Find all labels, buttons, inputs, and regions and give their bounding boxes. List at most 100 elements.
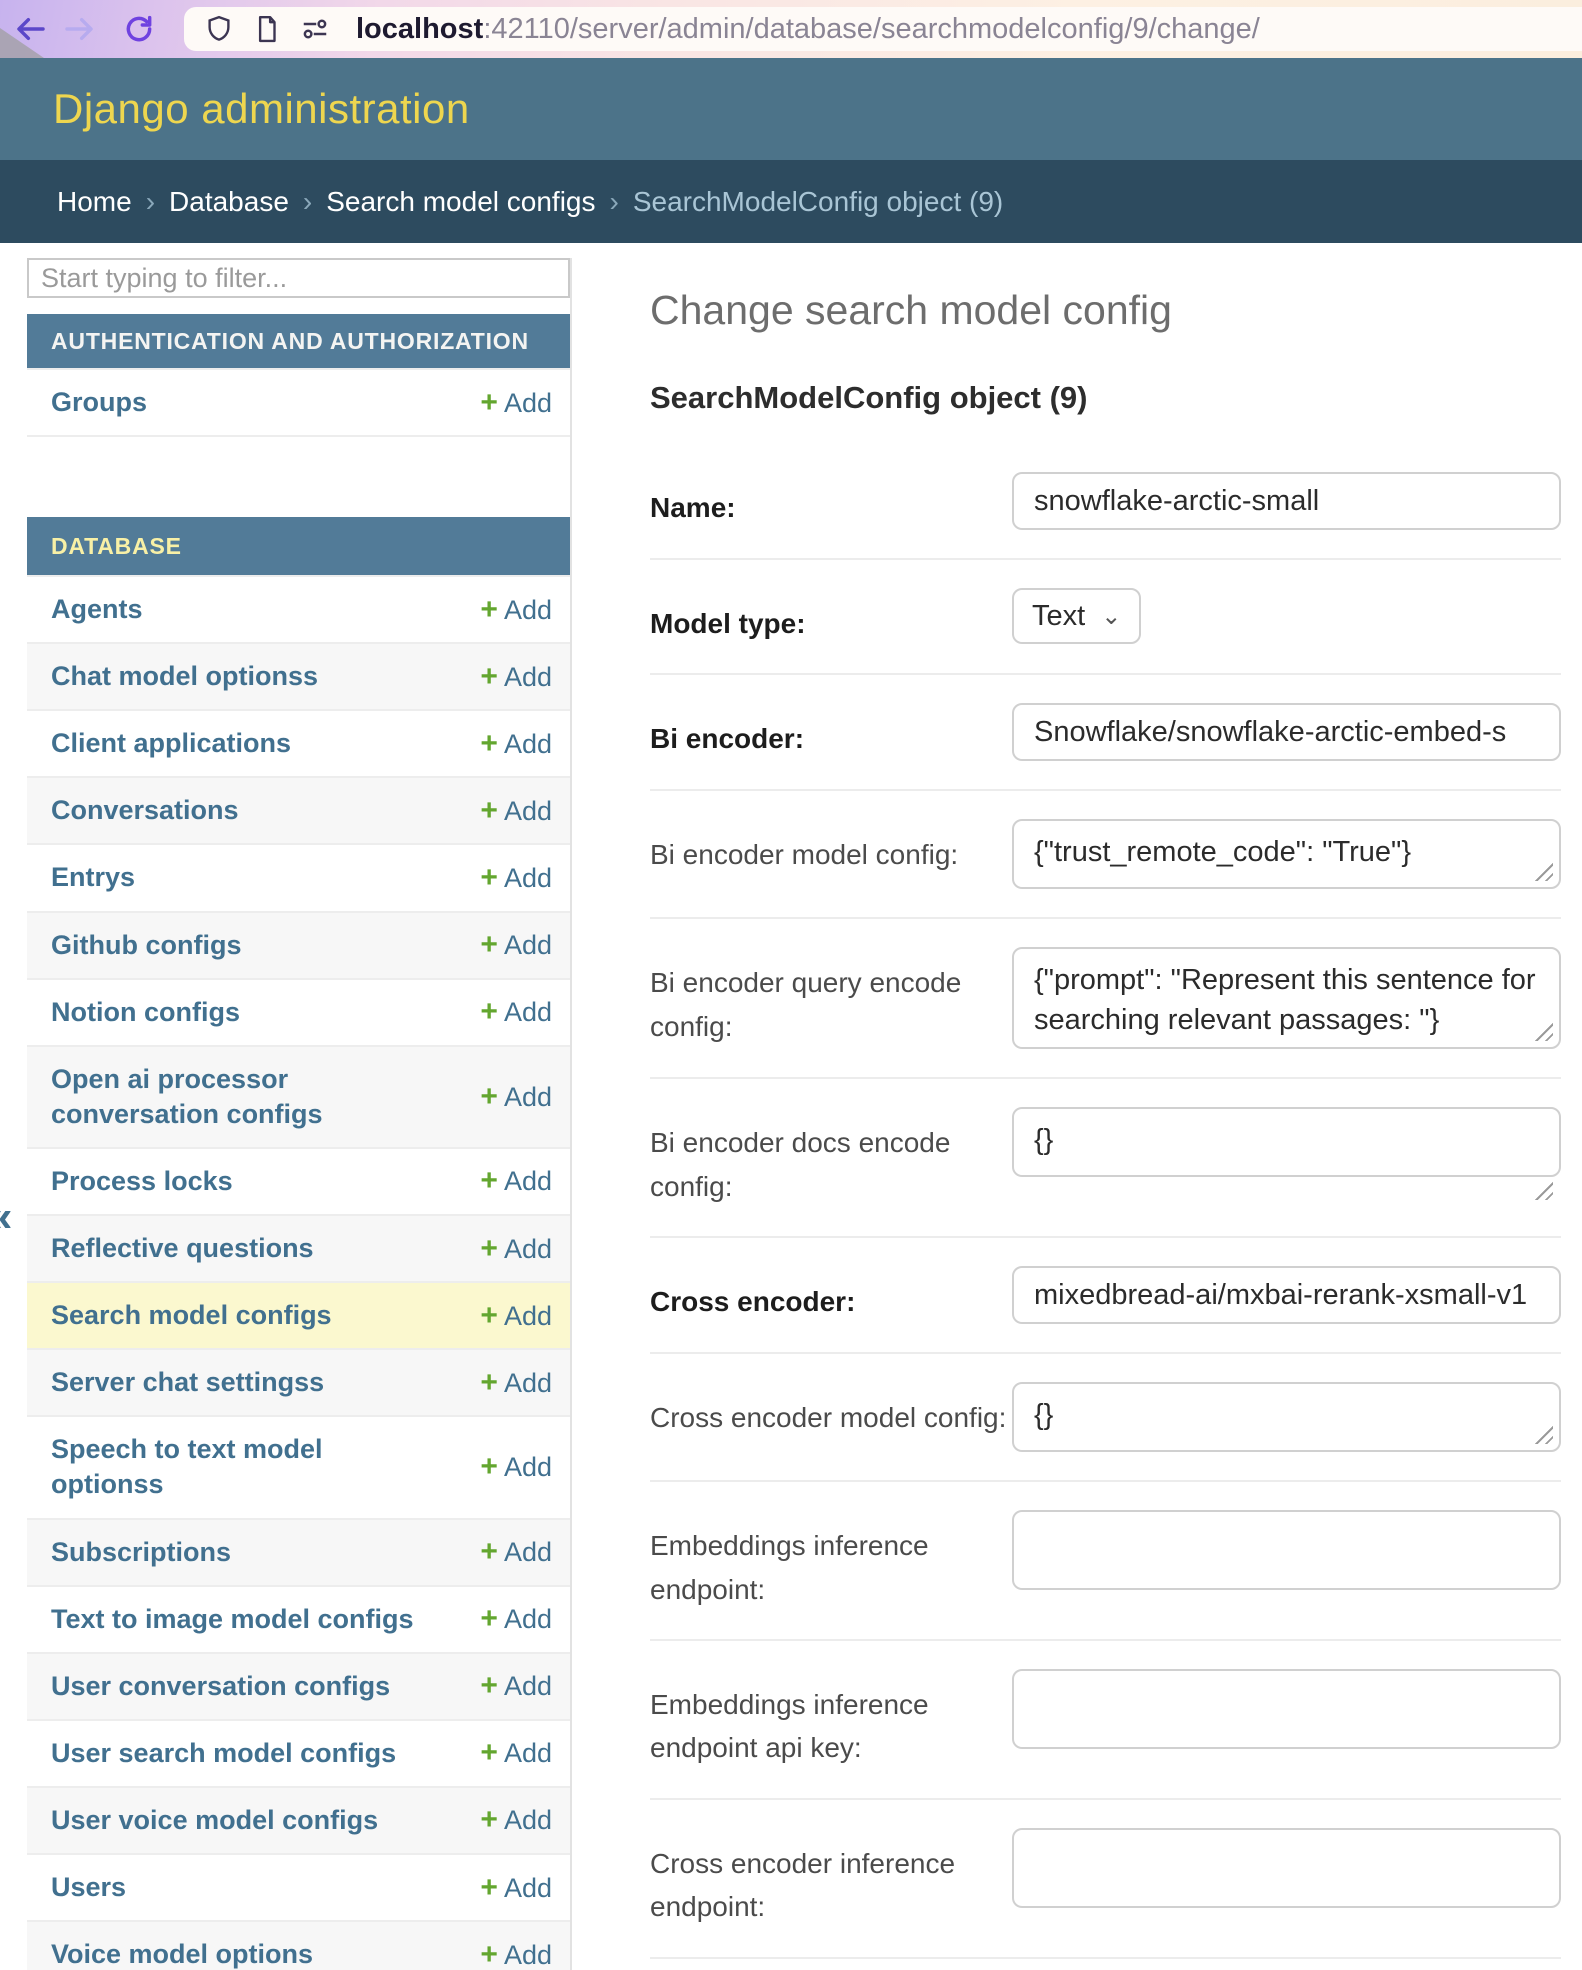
sidebar-item-users: Users +Add [27,1853,570,1920]
field-row-embeddings-inference-endpoint: Embeddings inference endpoint: [650,1480,1561,1639]
sidebar-filter-input[interactable] [27,258,570,298]
bi-encoder-model-config-textarea[interactable]: {"trust_remote_code": "True"} [1012,819,1561,889]
plus-icon: + [480,928,498,961]
plus-icon: + [480,1232,498,1265]
speech-to-text-model-optionss-link[interactable]: Speech to text model optionss [51,1432,431,1502]
add-subscriptions-link[interactable]: +Add [480,1535,552,1569]
plus-icon: + [480,1299,498,1332]
add-users-link[interactable]: +Add [480,1871,552,1905]
user-conversation-configs-link[interactable]: User conversation configs [51,1669,390,1704]
add-speech-to-text-model-optionss-link[interactable]: +Add [480,1450,552,1484]
add-voice-model-options-link[interactable]: +Add [480,1938,552,1970]
add-search-model-configs-link[interactable]: +Add [480,1299,552,1333]
github-configs-link[interactable]: Github configs [51,928,241,963]
back-button[interactable] [14,12,48,46]
sidebar-item-process-locks: Process locks +Add [27,1147,570,1214]
permissions-sliders-icon[interactable] [300,14,330,44]
users-link[interactable]: Users [51,1870,126,1905]
add-user-voice-model-configs-link[interactable]: +Add [480,1803,552,1837]
entrys-link[interactable]: Entrys [51,860,135,895]
bi-encoder-docs-encode-config-textarea[interactable]: {} [1012,1107,1561,1177]
reflective-questions-link[interactable]: Reflective questions [51,1231,314,1266]
object-title: SearchModelConfig object (9) [650,380,1561,416]
search-model-configs-link[interactable]: Search model configs [51,1298,332,1333]
model-type-label: Model type: [650,588,1012,645]
process-locks-link[interactable]: Process locks [51,1164,233,1199]
add-groups-link[interactable]: +Add [480,386,552,420]
breadcrumb-separator: › [610,186,619,218]
database-module: DATABASE Agents +Add Chat model optionss… [27,517,570,1970]
add-chat-model-optionss-link[interactable]: +Add [480,660,552,694]
embeddings-inference-endpoint-api-key-input[interactable] [1012,1669,1561,1749]
voice-model-options-link[interactable]: Voice model options [51,1937,313,1970]
field-row-name: Name: [650,444,1561,558]
url-path: :42110/server/admin/database/searchmodel… [483,13,1260,45]
chat-model-optionss-link[interactable]: Chat model optionss [51,659,318,694]
add-server-chat-settingss-link[interactable]: +Add [480,1366,552,1400]
notion-configs-link[interactable]: Notion configs [51,995,240,1030]
open-ai-processor-conversation-configs-link[interactable]: Open ai processor conversation configs [51,1062,431,1132]
add-github-configs-link[interactable]: +Add [480,928,552,962]
bi-encoder-input[interactable] [1012,703,1561,761]
groups-link[interactable]: Groups [51,385,147,420]
address-bar[interactable]: localhost:42110/server/admin/database/se… [184,7,1582,51]
add-open-ai-processor-conversation-configs-link[interactable]: +Add [480,1080,552,1114]
resize-handle-icon[interactable] [1529,1176,1553,1200]
breadcrumb-home[interactable]: Home [57,186,132,218]
page: localhost:42110/server/admin/database/se… [0,0,1582,1970]
embeddings-inference-endpoint-api-key-label: Embeddings inference endpoint api key: [650,1669,1012,1770]
plus-icon: + [480,1669,498,1702]
add-reflective-questions-link[interactable]: +Add [480,1232,552,1266]
cross-encoder-inference-endpoint-label: Cross encoder inference endpoint: [650,1828,1012,1929]
field-row-cross-encoder-inference-endpoint: Cross encoder inference endpoint: [650,1798,1561,1957]
nav-sidebar: AUTHENTICATION AND AUTHORIZATION Groups … [27,258,572,1970]
add-conversations-link[interactable]: +Add [480,794,552,828]
embeddings-inference-endpoint-input[interactable] [1012,1510,1561,1590]
shield-icon[interactable] [204,14,234,44]
forward-button[interactable] [62,12,96,46]
user-search-model-configs-link[interactable]: User search model configs [51,1736,396,1771]
plus-icon: + [480,1080,498,1113]
cross-encoder-model-config-textarea[interactable]: {} [1012,1382,1561,1452]
name-input[interactable] [1012,472,1561,530]
add-notion-configs-link[interactable]: +Add [480,995,552,1029]
add-user-conversation-configs-link[interactable]: +Add [480,1669,552,1703]
sidebar-item-open-ai-processor-conversation-configs: Open ai processor conversation configs +… [27,1045,570,1147]
sidebar-item-user-search-model-configs: User search model configs +Add [27,1719,570,1786]
page-info-icon[interactable] [252,14,282,44]
cross-encoder-inference-endpoint-input[interactable] [1012,1828,1561,1908]
add-user-search-model-configs-link[interactable]: +Add [480,1736,552,1770]
database-section-header[interactable]: DATABASE [27,517,570,575]
add-client-applications-link[interactable]: +Add [480,727,552,761]
text-to-image-model-configs-link[interactable]: Text to image model configs [51,1602,414,1637]
sidebar-item-text-to-image-model-configs: Text to image model configs +Add [27,1585,570,1652]
sidebar-item-reflective-questions: Reflective questions +Add [27,1214,570,1281]
reload-button[interactable] [122,12,156,46]
subscriptions-link[interactable]: Subscriptions [51,1535,231,1570]
admin-header: Django administration [0,58,1582,160]
breadcrumb-database[interactable]: Database [169,186,289,218]
bi-encoder-query-encode-config-textarea[interactable]: {"prompt": "Represent this sentence for … [1012,947,1561,1049]
client-applications-link[interactable]: Client applications [51,726,291,761]
field-row-bi-encoder-query-encode-config: Bi encoder query encode config: {"prompt… [650,917,1561,1077]
sidebar-item-subscriptions: Subscriptions +Add [27,1518,570,1585]
add-entrys-link[interactable]: +Add [480,861,552,895]
agents-link[interactable]: Agents [51,592,143,627]
plus-icon: + [480,660,498,693]
auth-section-header[interactable]: AUTHENTICATION AND AUTHORIZATION [27,314,570,368]
user-voice-model-configs-link[interactable]: User voice model configs [51,1803,378,1838]
field-row-cross-encoder-inference-endpoint-api-key: Cross encoder inference endpoint api key… [650,1957,1561,1970]
breadcrumb-current: SearchModelConfig object (9) [633,186,1003,218]
conversations-link[interactable]: Conversations [51,793,239,828]
sidebar-collapse-toggle[interactable]: « [0,1192,12,1242]
model-type-select[interactable]: Text ⌄ [1012,588,1141,644]
cross-encoder-input[interactable] [1012,1266,1561,1324]
add-text-to-image-model-configs-link[interactable]: +Add [480,1602,552,1636]
server-chat-settingss-link[interactable]: Server chat settingss [51,1365,324,1400]
add-process-locks-link[interactable]: +Add [480,1164,552,1198]
plus-icon: + [480,1871,498,1904]
cross-encoder-label: Cross encoder: [650,1266,1012,1324]
add-agents-link[interactable]: +Add [480,593,552,627]
admin-site-title[interactable]: Django administration [53,85,470,133]
breadcrumb-search-model-configs[interactable]: Search model configs [326,186,595,218]
